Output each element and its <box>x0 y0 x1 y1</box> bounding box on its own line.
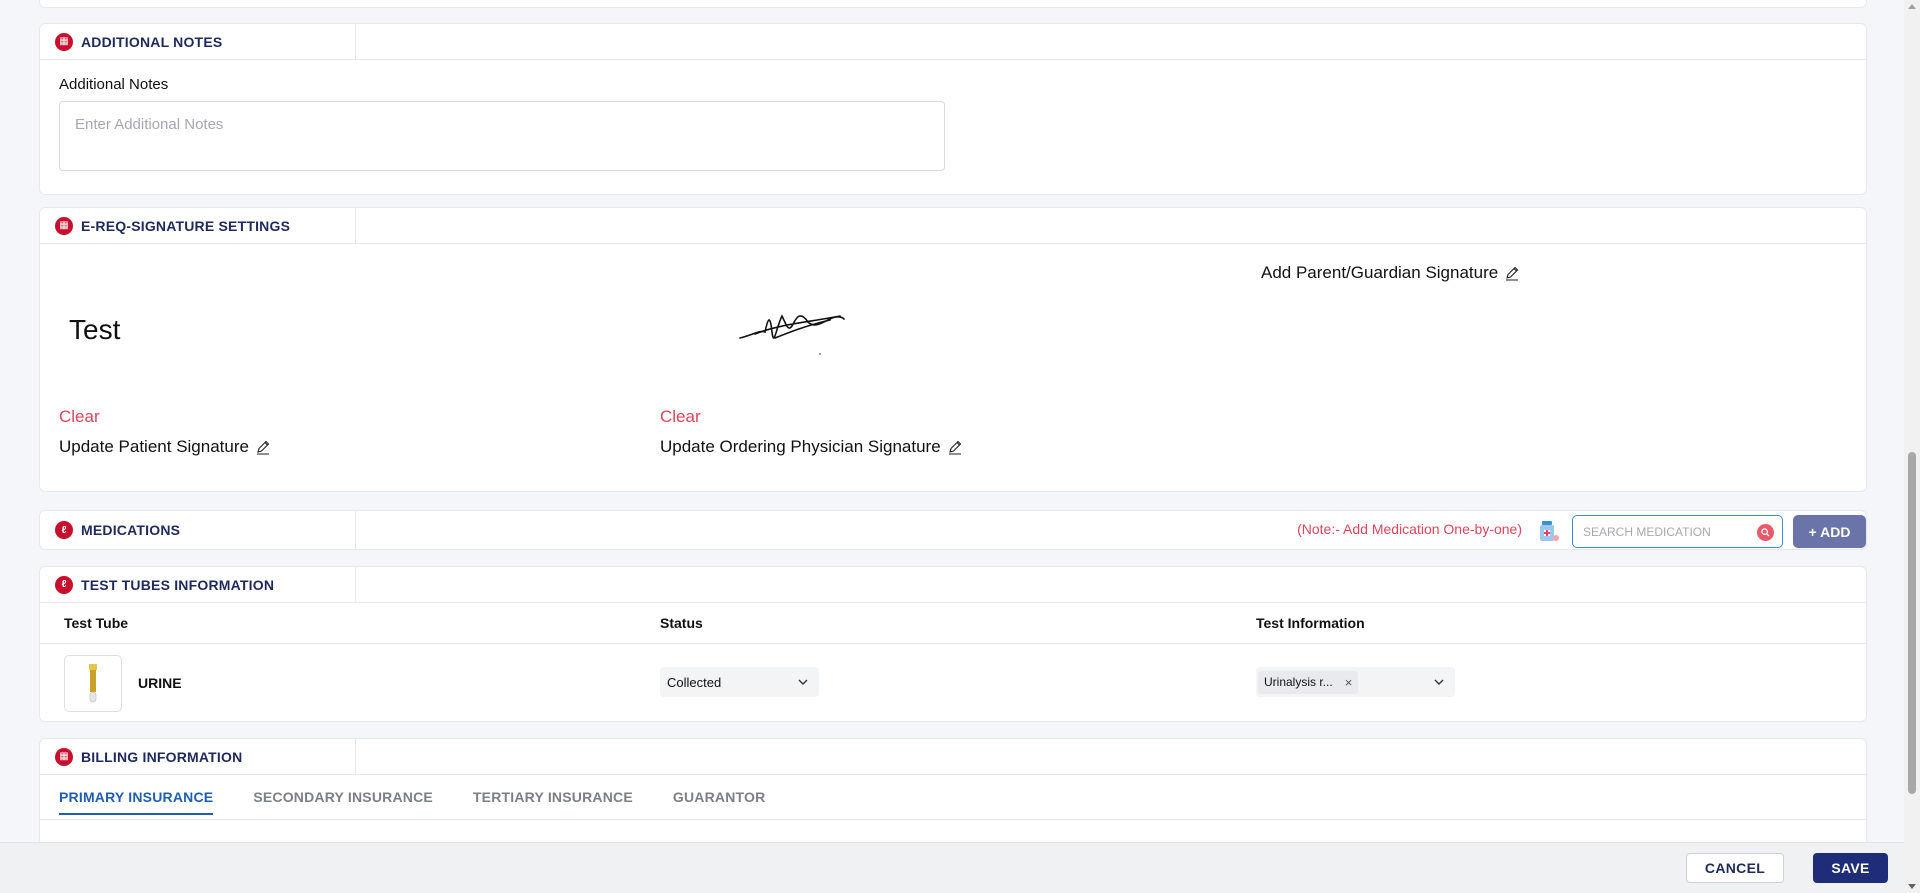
section-title: MEDICATIONS <box>81 522 181 538</box>
tab-tertiary-insurance[interactable]: TERTIARY INSURANCE <box>473 789 633 815</box>
section-title-box: ℓ MEDICATIONS <box>40 511 356 549</box>
section-title: E-REQ-SIGNATURE SETTINGS <box>81 217 291 234</box>
medicine-bottle-icon <box>1540 521 1559 541</box>
section-title: ADDITIONAL NOTES <box>81 33 223 50</box>
chevron-down-icon <box>798 679 808 685</box>
scroll-down-arrow-icon[interactable] <box>1908 884 1916 889</box>
update-physician-signature-link[interactable]: Update Ordering Physician Signature <box>660 437 963 457</box>
tab-guarantor[interactable]: GUARANTOR <box>673 789 766 815</box>
physician-clear-link[interactable]: Clear <box>660 407 701 427</box>
additional-notes-textarea[interactable]: Enter Additional Notes <box>59 101 945 171</box>
urine-tube-image <box>64 655 122 712</box>
row-divider <box>40 643 1866 644</box>
patient-signature: Test <box>69 314 121 345</box>
pen-icon <box>948 440 961 455</box>
section-title-box: ▦ ADDITIONAL NOTES <box>40 23 356 60</box>
billing-icon: ▦ <box>55 747 73 766</box>
column-header-test-information: Test Information <box>1256 615 1365 631</box>
column-header-test-tube: Test Tube <box>64 615 129 631</box>
add-guardian-signature-label: Add Parent/Guardian Signature <box>1261 263 1499 282</box>
scroll-up-arrow-icon[interactable] <box>1908 4 1916 9</box>
save-button[interactable]: SAVE <box>1813 853 1888 883</box>
search-medication-input[interactable]: SEARCH MEDICATION <box>1572 515 1783 548</box>
section-header: ▦ ADDITIONAL NOTES <box>40 23 1866 60</box>
search-medication-placeholder: SEARCH MEDICATION <box>1583 524 1711 539</box>
vertical-scrollbar[interactable] <box>1904 0 1920 893</box>
section-header: ▦ E-REQ-SIGNATURE SETTINGS <box>40 207 1866 244</box>
search-icon[interactable] <box>1757 524 1774 541</box>
update-physician-signature-label: Update Ordering Physician Signature <box>660 437 941 456</box>
scrollbar-thumb[interactable] <box>1908 452 1916 794</box>
tube-name: URINE <box>138 675 182 691</box>
update-patient-signature-link[interactable]: Update Patient Signature <box>59 437 271 457</box>
section-title-box: ℓ TEST TUBES INFORMATION <box>40 566 356 603</box>
pen-icon <box>1506 266 1519 281</box>
medication-icon: ℓ <box>55 521 73 539</box>
section-title-box: ▦ E-REQ-SIGNATURE SETTINGS <box>40 207 356 244</box>
update-patient-signature-label: Update Patient Signature <box>59 437 249 456</box>
section-title-box: ▦ BILLING INFORMATION <box>40 738 356 775</box>
additional-notes-label: Additional Notes <box>59 76 169 93</box>
previous-section-card <box>39 0 1867 8</box>
chevron-down-icon <box>1434 679 1444 685</box>
patient-clear-link[interactable]: Clear <box>59 407 100 427</box>
tab-primary-insurance[interactable]: PRIMARY INSURANCE <box>59 789 214 815</box>
signature-icon: ▦ <box>55 216 73 235</box>
pen-icon <box>256 440 270 455</box>
status-value: Collected <box>667 674 722 690</box>
section-title: TEST TUBES INFORMATION <box>81 576 275 593</box>
test-information-select[interactable]: Urinalysis r... × <box>1256 667 1455 697</box>
medication-note: (Note:- Add Medication One-by-one) <box>1297 521 1522 537</box>
test-tubes-card: ℓ TEST TUBES INFORMATION Test Tube Statu… <box>39 566 1867 722</box>
form-footer: CANCEL SAVE <box>0 842 1904 893</box>
additional-notes-card: ▦ ADDITIONAL NOTES Additional Notes Ente… <box>39 23 1867 195</box>
tabs-divider <box>40 819 1866 820</box>
section-header: ℓ TEST TUBES INFORMATION <box>40 566 1866 603</box>
cancel-button[interactable]: CANCEL <box>1686 853 1784 883</box>
insurance-tabs: PRIMARY INSURANCE SECONDARY INSURANCE TE… <box>59 789 765 815</box>
page: ▦ ADDITIONAL NOTES Additional Notes Ente… <box>0 0 1904 893</box>
test-tube-icon: ℓ <box>55 575 73 594</box>
section-title: BILLING INFORMATION <box>81 748 243 765</box>
section-header: ▦ BILLING INFORMATION <box>40 738 1866 775</box>
signature-settings-card: ▦ E-REQ-SIGNATURE SETTINGS Test Clear Up… <box>39 207 1867 492</box>
add-guardian-signature-link[interactable]: Add Parent/Guardian Signature <box>1261 263 1520 283</box>
test-info-chip-label: Urinalysis r... <box>1264 675 1333 689</box>
status-select[interactable]: Collected <box>660 667 819 697</box>
column-header-status: Status <box>660 615 703 631</box>
add-medication-button[interactable]: + ADD <box>1793 515 1866 548</box>
chip-remove-icon[interactable]: × <box>1345 675 1353 690</box>
test-info-chip: Urinalysis r... × <box>1258 670 1359 694</box>
medications-card: ℓ MEDICATIONS (Note:- Add Medication One… <box>39 510 1867 550</box>
physician-signature-image <box>739 314 845 355</box>
tab-secondary-insurance[interactable]: SECONDARY INSURANCE <box>253 789 433 815</box>
notes-icon: ▦ <box>55 32 73 51</box>
